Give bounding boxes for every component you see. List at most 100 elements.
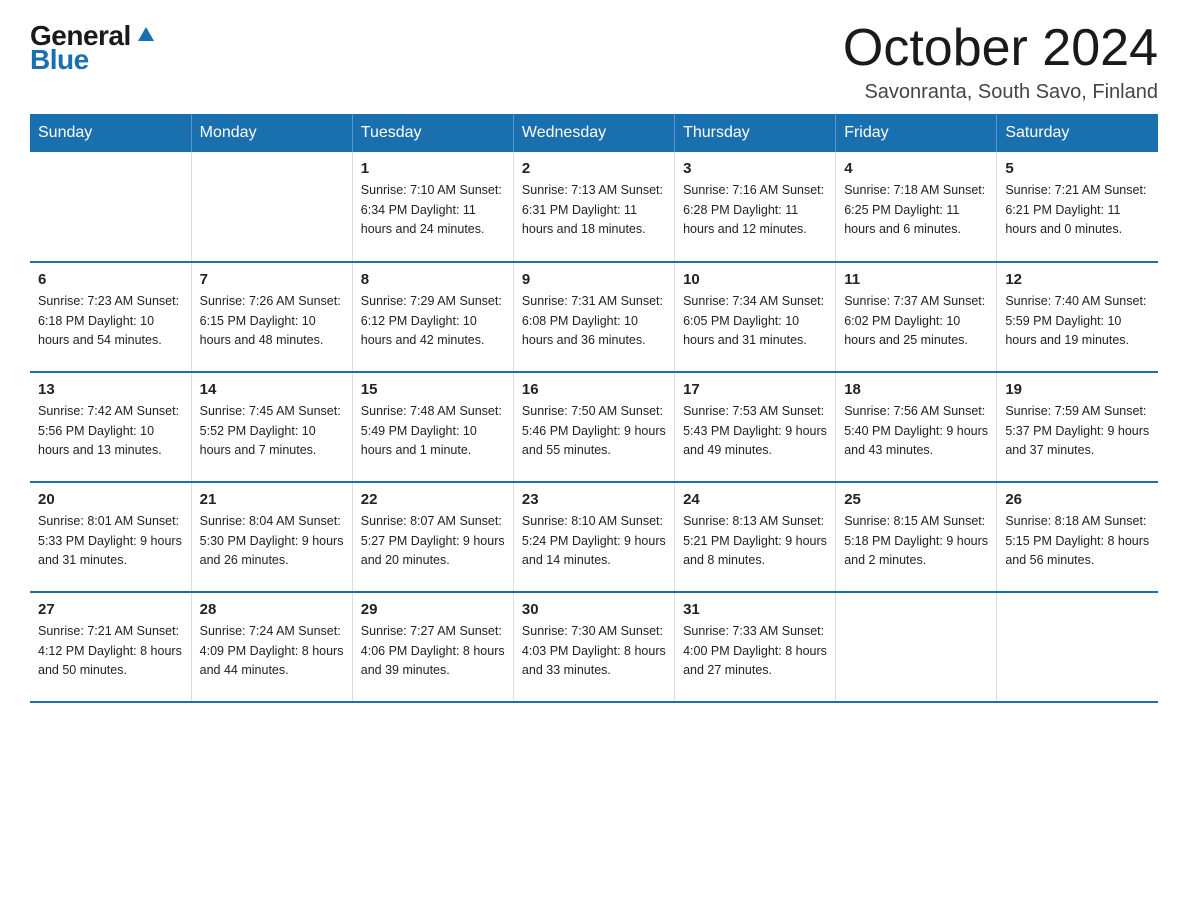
week-row-4: 20Sunrise: 8:01 AM Sunset: 5:33 PM Dayli… bbox=[30, 482, 1158, 592]
day-info: Sunrise: 7:27 AM Sunset: 4:06 PM Dayligh… bbox=[361, 622, 505, 680]
title-section: October 2024 Savonranta, South Savo, Fin… bbox=[843, 20, 1158, 104]
day-number: 28 bbox=[200, 601, 344, 618]
day-info: Sunrise: 7:56 AM Sunset: 5:40 PM Dayligh… bbox=[844, 402, 988, 460]
day-cell: 7 Sunrise: 7:26 AM Sunset: 6:15 PM Daylig… bbox=[191, 262, 352, 372]
day-info: Sunrise: 7:13 AM Sunset: 6:31 PM Dayligh… bbox=[522, 181, 666, 239]
day-number: 3 bbox=[683, 160, 827, 177]
day-cell: 17 Sunrise: 7:53 AM Sunset: 5:43 PM Dayli… bbox=[675, 372, 836, 482]
day-cell: 19 Sunrise: 7:59 AM Sunset: 5:37 PM Dayli… bbox=[997, 372, 1158, 482]
day-number: 14 bbox=[200, 381, 344, 398]
day-info: Sunrise: 7:53 AM Sunset: 5:43 PM Dayligh… bbox=[683, 402, 827, 460]
day-cell: 27Sunrise: 7:21 AM Sunset: 4:12 PM Dayli… bbox=[30, 592, 191, 702]
day-info: Sunrise: 7:16 AM Sunset: 6:28 PM Dayligh… bbox=[683, 181, 827, 239]
day-number: 23 bbox=[522, 491, 666, 508]
week-row-5: 27Sunrise: 7:21 AM Sunset: 4:12 PM Dayli… bbox=[30, 592, 1158, 702]
header-cell-sunday: Sunday bbox=[30, 114, 191, 152]
logo: General Blue bbox=[30, 20, 157, 76]
day-cell: 15 Sunrise: 7:48 AM Sunset: 5:49 PM Dayli… bbox=[352, 372, 513, 482]
day-info: Sunrise: 8:15 AM Sunset: 5:18 PM Dayligh… bbox=[844, 512, 988, 570]
week-row-1: 1Sunrise: 7:10 AM Sunset: 6:34 PM Daylig… bbox=[30, 152, 1158, 262]
day-info: Sunrise: 7:33 AM Sunset: 4:00 PM Dayligh… bbox=[683, 622, 827, 680]
day-cell: 3 Sunrise: 7:16 AM Sunset: 6:28 PM Daylig… bbox=[675, 152, 836, 262]
day-cell bbox=[997, 592, 1158, 702]
day-number: 4 bbox=[844, 160, 988, 177]
day-info: Sunrise: 8:18 AM Sunset: 5:15 PM Dayligh… bbox=[1005, 512, 1150, 570]
day-cell: 21 Sunrise: 8:04 AM Sunset: 5:30 PM Dayli… bbox=[191, 482, 352, 592]
day-number: 1 bbox=[361, 160, 505, 177]
day-info: Sunrise: 7:48 AM Sunset: 5:49 PM Dayligh… bbox=[361, 402, 505, 460]
day-number: 17 bbox=[683, 381, 827, 398]
header-row: SundayMondayTuesdayWednesdayThursdayFrid… bbox=[30, 114, 1158, 152]
calendar-table: SundayMondayTuesdayWednesdayThursdayFrid… bbox=[30, 114, 1158, 703]
day-cell: 28Sunrise: 7:24 AM Sunset: 4:09 PM Dayli… bbox=[191, 592, 352, 702]
day-cell: 22 Sunrise: 8:07 AM Sunset: 5:27 PM Dayli… bbox=[352, 482, 513, 592]
header-cell-wednesday: Wednesday bbox=[513, 114, 674, 152]
day-info: Sunrise: 7:59 AM Sunset: 5:37 PM Dayligh… bbox=[1005, 402, 1150, 460]
week-row-2: 6Sunrise: 7:23 AM Sunset: 6:18 PM Daylig… bbox=[30, 262, 1158, 372]
day-info: Sunrise: 7:23 AM Sunset: 6:18 PM Dayligh… bbox=[38, 292, 183, 350]
day-cell: 14 Sunrise: 7:45 AM Sunset: 5:52 PM Dayli… bbox=[191, 372, 352, 482]
page-header: General Blue October 2024 Savonranta, So… bbox=[30, 20, 1158, 104]
day-number: 21 bbox=[200, 491, 344, 508]
day-number: 20 bbox=[38, 491, 183, 508]
day-number: 30 bbox=[522, 601, 666, 618]
logo-triangle-icon bbox=[135, 23, 157, 45]
day-info: Sunrise: 8:10 AM Sunset: 5:24 PM Dayligh… bbox=[522, 512, 666, 570]
month-title: October 2024 bbox=[843, 20, 1158, 77]
day-info: Sunrise: 7:26 AM Sunset: 6:15 PM Dayligh… bbox=[200, 292, 344, 350]
day-info: Sunrise: 8:07 AM Sunset: 5:27 PM Dayligh… bbox=[361, 512, 505, 570]
header-cell-monday: Monday bbox=[191, 114, 352, 152]
calendar-body: 1Sunrise: 7:10 AM Sunset: 6:34 PM Daylig… bbox=[30, 152, 1158, 702]
day-info: Sunrise: 7:45 AM Sunset: 5:52 PM Dayligh… bbox=[200, 402, 344, 460]
day-number: 22 bbox=[361, 491, 505, 508]
day-cell: 8Sunrise: 7:29 AM Sunset: 6:12 PM Daylig… bbox=[352, 262, 513, 372]
day-number: 5 bbox=[1005, 160, 1150, 177]
day-info: Sunrise: 7:37 AM Sunset: 6:02 PM Dayligh… bbox=[844, 292, 988, 350]
day-info: Sunrise: 7:50 AM Sunset: 5:46 PM Dayligh… bbox=[522, 402, 666, 460]
logo-blue-text: Blue bbox=[30, 44, 89, 76]
header-cell-friday: Friday bbox=[836, 114, 997, 152]
day-info: Sunrise: 7:40 AM Sunset: 5:59 PM Dayligh… bbox=[1005, 292, 1150, 350]
day-cell: 20Sunrise: 8:01 AM Sunset: 5:33 PM Dayli… bbox=[30, 482, 191, 592]
day-number: 15 bbox=[361, 381, 505, 398]
week-row-3: 13Sunrise: 7:42 AM Sunset: 5:56 PM Dayli… bbox=[30, 372, 1158, 482]
day-cell: 2Sunrise: 7:13 AM Sunset: 6:31 PM Daylig… bbox=[513, 152, 674, 262]
day-number: 10 bbox=[683, 271, 827, 288]
day-info: Sunrise: 7:34 AM Sunset: 6:05 PM Dayligh… bbox=[683, 292, 827, 350]
day-number: 26 bbox=[1005, 491, 1150, 508]
day-info: Sunrise: 8:13 AM Sunset: 5:21 PM Dayligh… bbox=[683, 512, 827, 570]
day-number: 31 bbox=[683, 601, 827, 618]
location: Savonranta, South Savo, Finland bbox=[843, 81, 1158, 104]
day-cell: 29 Sunrise: 7:27 AM Sunset: 4:06 PM Dayli… bbox=[352, 592, 513, 702]
day-number: 7 bbox=[200, 271, 344, 288]
day-number: 8 bbox=[361, 271, 505, 288]
day-cell: 5 Sunrise: 7:21 AM Sunset: 6:21 PM Daylig… bbox=[997, 152, 1158, 262]
day-cell: 12 Sunrise: 7:40 AM Sunset: 5:59 PM Dayli… bbox=[997, 262, 1158, 372]
day-number: 11 bbox=[844, 271, 988, 288]
day-cell: 10 Sunrise: 7:34 AM Sunset: 6:05 PM Dayli… bbox=[675, 262, 836, 372]
day-info: Sunrise: 8:04 AM Sunset: 5:30 PM Dayligh… bbox=[200, 512, 344, 570]
day-info: Sunrise: 7:21 AM Sunset: 6:21 PM Dayligh… bbox=[1005, 181, 1150, 239]
day-number: 18 bbox=[844, 381, 988, 398]
header-cell-thursday: Thursday bbox=[675, 114, 836, 152]
day-cell: 18 Sunrise: 7:56 AM Sunset: 5:40 PM Dayli… bbox=[836, 372, 997, 482]
day-number: 29 bbox=[361, 601, 505, 618]
header-cell-tuesday: Tuesday bbox=[352, 114, 513, 152]
day-cell: 25 Sunrise: 8:15 AM Sunset: 5:18 PM Dayli… bbox=[836, 482, 997, 592]
day-cell bbox=[191, 152, 352, 262]
day-number: 12 bbox=[1005, 271, 1150, 288]
day-cell: 13Sunrise: 7:42 AM Sunset: 5:56 PM Dayli… bbox=[30, 372, 191, 482]
day-number: 9 bbox=[522, 271, 666, 288]
day-number: 25 bbox=[844, 491, 988, 508]
calendar-header: SundayMondayTuesdayWednesdayThursdayFrid… bbox=[30, 114, 1158, 152]
day-number: 19 bbox=[1005, 381, 1150, 398]
day-info: Sunrise: 7:42 AM Sunset: 5:56 PM Dayligh… bbox=[38, 402, 183, 460]
day-cell: 23 Sunrise: 8:10 AM Sunset: 5:24 PM Dayli… bbox=[513, 482, 674, 592]
day-cell: 31 Sunrise: 7:33 AM Sunset: 4:00 PM Dayli… bbox=[675, 592, 836, 702]
day-cell: 24Sunrise: 8:13 AM Sunset: 5:21 PM Dayli… bbox=[675, 482, 836, 592]
day-cell: 6Sunrise: 7:23 AM Sunset: 6:18 PM Daylig… bbox=[30, 262, 191, 372]
day-info: Sunrise: 7:31 AM Sunset: 6:08 PM Dayligh… bbox=[522, 292, 666, 350]
day-cell bbox=[30, 152, 191, 262]
day-info: Sunrise: 7:30 AM Sunset: 4:03 PM Dayligh… bbox=[522, 622, 666, 680]
day-cell: 9 Sunrise: 7:31 AM Sunset: 6:08 PM Daylig… bbox=[513, 262, 674, 372]
